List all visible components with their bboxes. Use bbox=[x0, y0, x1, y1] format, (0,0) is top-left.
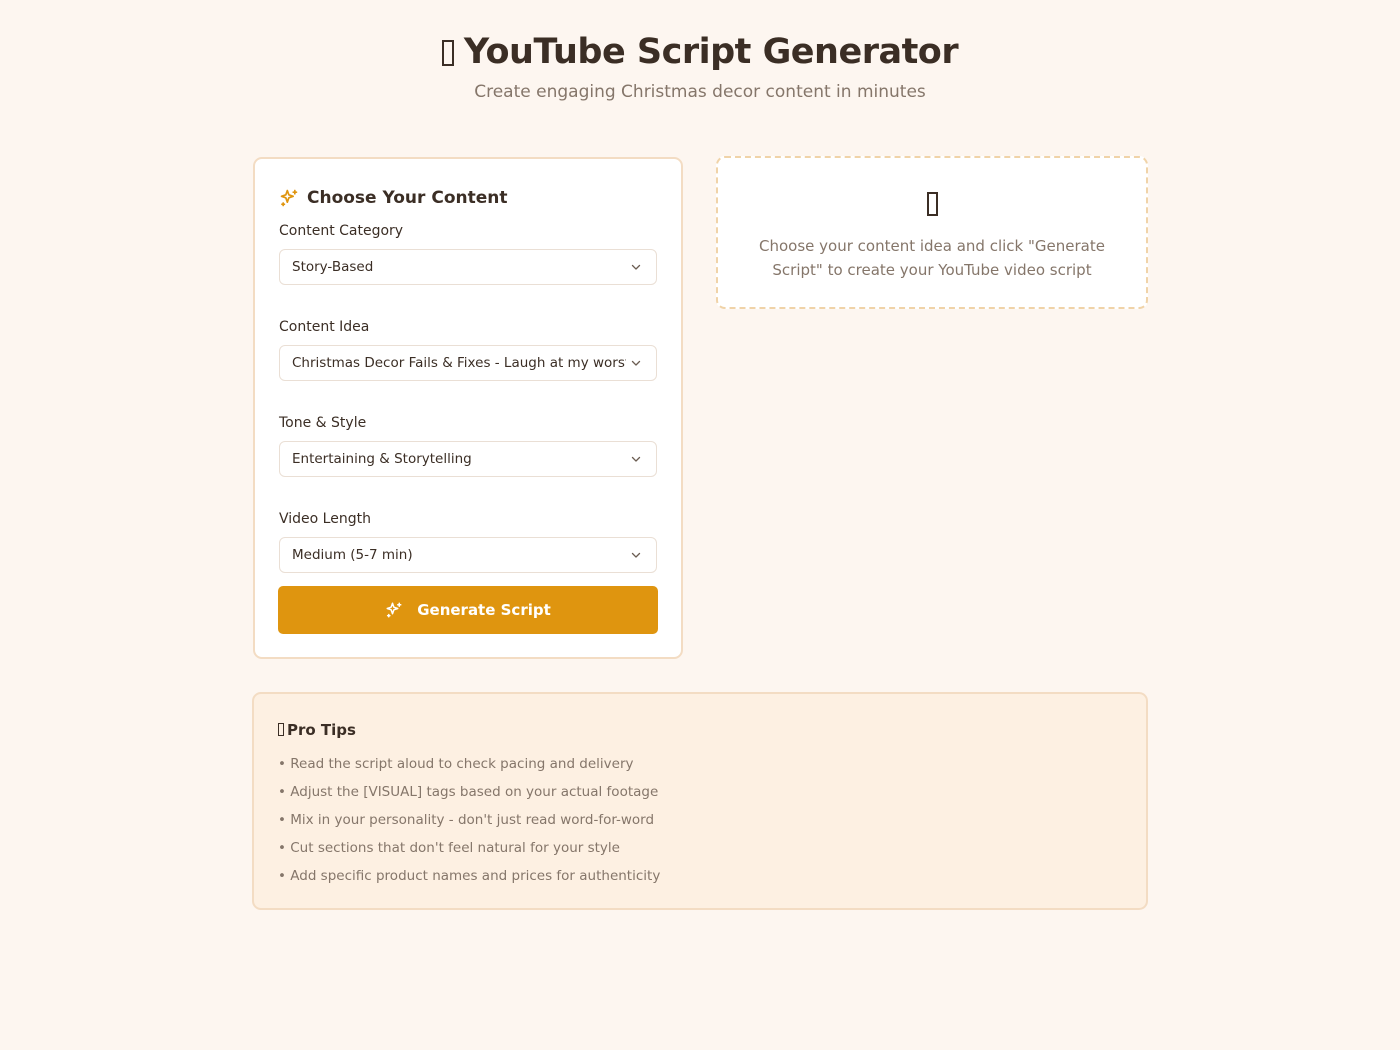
chevron-down-icon bbox=[631, 360, 641, 366]
tip-item: • Read the script aloud to check pacing … bbox=[278, 756, 634, 772]
generate-script-button[interactable]: Generate Script bbox=[278, 586, 658, 634]
page-subtitle: Create engaging Christmas decor content … bbox=[474, 82, 926, 102]
pro-tips-title-text: Pro Tips bbox=[287, 721, 356, 739]
chevron-down-icon bbox=[631, 264, 641, 270]
video-length-value: Medium (5-7 min) bbox=[292, 547, 413, 563]
page-title: YouTube Script Generator bbox=[0, 28, 1400, 76]
title-glyph-icon bbox=[441, 40, 454, 66]
content-category-value: Story-Based bbox=[292, 259, 374, 275]
generate-script-label: Generate Script bbox=[417, 601, 551, 619]
tip-item: • Add specific product names and prices … bbox=[278, 868, 661, 884]
tone-style-select[interactable]: Entertaining & Storytelling bbox=[279, 441, 657, 477]
form-heading-text: Choose Your Content bbox=[307, 188, 508, 208]
tip-item: • Mix in your personality - don't just r… bbox=[278, 812, 655, 828]
sparkles-icon bbox=[386, 602, 402, 618]
content-idea-label: Content Idea bbox=[279, 319, 370, 335]
pro-tips-title: Pro Tips bbox=[278, 718, 1122, 742]
chevron-down-icon bbox=[631, 552, 641, 558]
tip-item: • Cut sections that don't feel natural f… bbox=[278, 840, 620, 856]
tone-style-label: Tone & Style bbox=[279, 415, 367, 431]
pro-tips-panel: Pro Tips • Read the script aloud to chec… bbox=[252, 692, 1148, 910]
video-length-select[interactable]: Medium (5-7 min) bbox=[279, 537, 657, 573]
chevron-down-icon bbox=[631, 456, 641, 462]
script-output-placeholder: Choose your content idea and click "Gene… bbox=[716, 156, 1148, 309]
video-length-label: Video Length bbox=[279, 511, 371, 527]
tone-style-value: Entertaining & Storytelling bbox=[292, 451, 472, 467]
sparkles-icon bbox=[280, 189, 298, 207]
content-form-card: Choose Your Content Content Category Sto… bbox=[253, 157, 683, 659]
content-category-label: Content Category bbox=[279, 223, 404, 239]
form-heading: Choose Your Content bbox=[279, 183, 657, 213]
tips-glyph-icon bbox=[278, 723, 284, 736]
page-header: YouTube Script Generator Create engaging… bbox=[0, 28, 1400, 102]
content-idea-value: Christmas Decor Fails & Fixes - Laugh at… bbox=[292, 355, 626, 371]
content-category-select[interactable]: Story-Based bbox=[279, 249, 657, 285]
page-title-text: YouTube Script Generator bbox=[463, 32, 959, 72]
placeholder-glyph-icon bbox=[926, 192, 938, 216]
content-idea-select[interactable]: Christmas Decor Fails & Fixes - Laugh at… bbox=[279, 345, 657, 381]
tip-item: • Adjust the [VISUAL] tags based on your… bbox=[278, 784, 659, 800]
placeholder-text: Choose your content idea and click "Gene… bbox=[759, 237, 1105, 279]
